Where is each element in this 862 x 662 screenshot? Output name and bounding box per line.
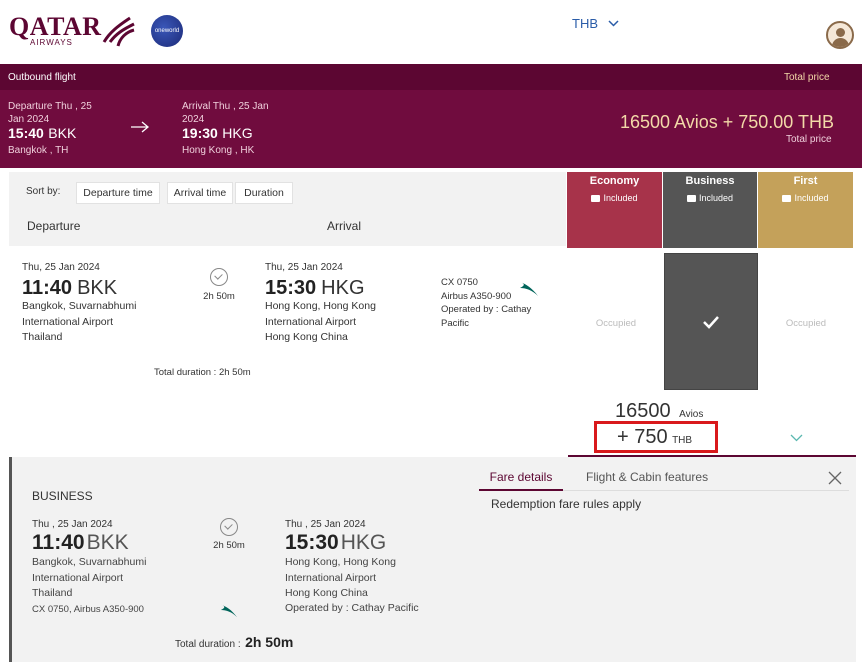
- baggage-icon: [686, 194, 696, 202]
- flight-arr-time: 15:30: [265, 277, 317, 299]
- details-dep-location: Bangkok, Suvarnabhumi International Airp…: [32, 556, 147, 599]
- first-included: Included: [794, 193, 829, 203]
- fare-rule-text: Redemption fare rules apply: [491, 497, 642, 511]
- details-duration-text: 2h 50m: [213, 540, 245, 551]
- flight-dep-code: BKK: [77, 277, 118, 299]
- user-avatar[interactable]: [826, 21, 854, 49]
- economy-fare-cell: Occupied: [569, 252, 663, 394]
- baggage-icon: [591, 194, 601, 202]
- arrival-city: Hong Kong , HK: [182, 145, 255, 156]
- price-avios: 16500 Avios: [615, 400, 704, 422]
- details-dep-date: Thu , 25 Jan 2024: [32, 519, 113, 530]
- cabin-first-label: First: [793, 175, 818, 187]
- details-flight-info: CX 0750, Airbus A350-900: [32, 603, 144, 615]
- sort-duration-button[interactable]: Duration: [235, 182, 293, 204]
- oryx-logo-icon: [102, 16, 135, 47]
- arrival-date-label: Arrival Thu , 25 Jan 2024: [182, 101, 269, 125]
- details-arrival: Thu , 25 Jan 2024 15:30HKG Hong Kong, Ho…: [285, 519, 485, 614]
- flight-arr-location: Hong Kong, Hong Kong International Airpo…: [265, 300, 376, 343]
- outbound-label: Outbound flight: [8, 72, 76, 83]
- details-operated-by: Operated by : Cathay Pacific: [285, 601, 419, 614]
- sort-bar: Sort by: Departure time Arrival time Dur…: [9, 172, 566, 208]
- column-headers: Departure Arrival: [9, 208, 566, 246]
- flight-operated-by: Operated by : Cathay: [441, 304, 532, 315]
- outbound-header: Outbound flight Total price: [0, 64, 862, 90]
- flight-operated-by-2: Pacific: [441, 317, 469, 329]
- details-dep-time: 11:40: [32, 531, 85, 554]
- departure-code: BKK: [48, 125, 77, 141]
- flight-total-duration: Total duration : 2h 50m: [154, 367, 251, 378]
- details-departure: Thu , 25 Jan 2024 11:40BKK Bangkok, Suva…: [32, 519, 212, 615]
- details-duration: 2h 50m: [210, 518, 248, 551]
- arrival-column-header: Arrival: [327, 219, 362, 233]
- arrow-right-icon: [131, 121, 150, 133]
- sort-label: Sort by:: [26, 186, 61, 197]
- close-icon[interactable]: [828, 471, 842, 485]
- cathay-pacific-logo-icon: [220, 604, 238, 618]
- economy-included: Included: [603, 193, 638, 203]
- departure-date-label: Departure Thu , 25 Jan 2024: [8, 101, 92, 125]
- details-arr-code: HKG: [340, 531, 387, 554]
- details-dep-code: BKK: [86, 531, 129, 554]
- departure-column-header: Departure: [27, 219, 81, 233]
- clock-icon: [210, 268, 228, 286]
- cabin-business-header[interactable]: Business Included: [663, 172, 757, 248]
- currency-label: THB: [572, 16, 598, 31]
- departure-time: 15:40: [8, 125, 44, 141]
- flight-arrival: Thu, 25 Jan 2024 15:30 HKG Hong Kong, Hon…: [265, 262, 435, 346]
- oneworld-logo: oneworld: [151, 15, 183, 47]
- flight-arr-date: Thu, 25 Jan 2024: [265, 262, 343, 273]
- flight-dep-time: 11:40: [22, 277, 73, 299]
- total-price: 16500 Avios + 750.00 THB: [620, 112, 834, 132]
- arrival-time: 19:30: [182, 125, 218, 141]
- flight-duration-text: 2h 50m: [203, 291, 235, 302]
- sort-departure-time-button[interactable]: Departure time: [76, 182, 160, 204]
- details-total-duration: Total duration : 2h 50m: [175, 634, 294, 650]
- chevron-down-icon[interactable]: [790, 434, 803, 442]
- details-arr-location: Hong Kong, Hong Kong International Airpo…: [285, 556, 396, 599]
- cathay-pacific-logo-icon: [520, 282, 538, 296]
- outbound-summary: Departure Thu , 25 Jan 2024 15:40 BKK Ba…: [0, 90, 862, 168]
- cabin-first-header[interactable]: First Included: [758, 172, 853, 248]
- flight-dep-date: Thu, 25 Jan 2024: [22, 262, 100, 273]
- details-arr-time: 15:30: [285, 531, 339, 554]
- total-price-sub: Total price: [786, 134, 832, 145]
- tab-fare-details[interactable]: Fare details: [479, 467, 563, 491]
- sort-arrival-time-button[interactable]: Arrival time: [167, 182, 233, 204]
- cabin-business-label: Business: [685, 175, 735, 187]
- details-arr-date: Thu , 25 Jan 2024: [285, 519, 366, 530]
- flight-departure: Thu, 25 Jan 2024 11:40 BKK Bangkok, Suvar…: [22, 262, 192, 346]
- outbound-arrival: Arrival Thu , 25 Jan 2024 19:30 HKG Hong…: [182, 100, 282, 157]
- tab-flight-cabin-features[interactable]: Flight & Cabin features: [586, 470, 708, 484]
- flight-arr-code: HKG: [321, 277, 365, 299]
- first-fare-cell: Occupied: [759, 252, 853, 394]
- departure-city: Bangkok , TH: [8, 145, 69, 156]
- cabin-economy-header[interactable]: Economy Included: [567, 172, 662, 248]
- highlight-box: [594, 421, 718, 453]
- arrival-code: HKG: [222, 125, 253, 141]
- business-included: Included: [698, 193, 734, 203]
- chevron-down-icon: [608, 20, 619, 27]
- outbound-departure: Departure Thu , 25 Jan 2024 15:40 BKK Ba…: [8, 100, 108, 157]
- site-header: QATAR AIRWAYS oneworld THB: [0, 0, 862, 64]
- total-price-label: Total price: [784, 72, 830, 83]
- flight-dep-location: Bangkok, Suvarnabhumi International Airp…: [22, 300, 137, 343]
- cabin-economy-label: Economy: [589, 175, 640, 187]
- currency-selector[interactable]: THB: [572, 16, 619, 31]
- clock-icon: [220, 518, 238, 536]
- baggage-icon: [782, 194, 792, 202]
- details-cabin-title: BUSINESS: [32, 489, 93, 503]
- business-fare-cell-selected[interactable]: [664, 253, 758, 390]
- flight-duration: 2h 50m: [200, 268, 238, 302]
- qatar-logo-sub: AIRWAYS: [30, 38, 73, 47]
- checkmark-icon: [703, 315, 719, 329]
